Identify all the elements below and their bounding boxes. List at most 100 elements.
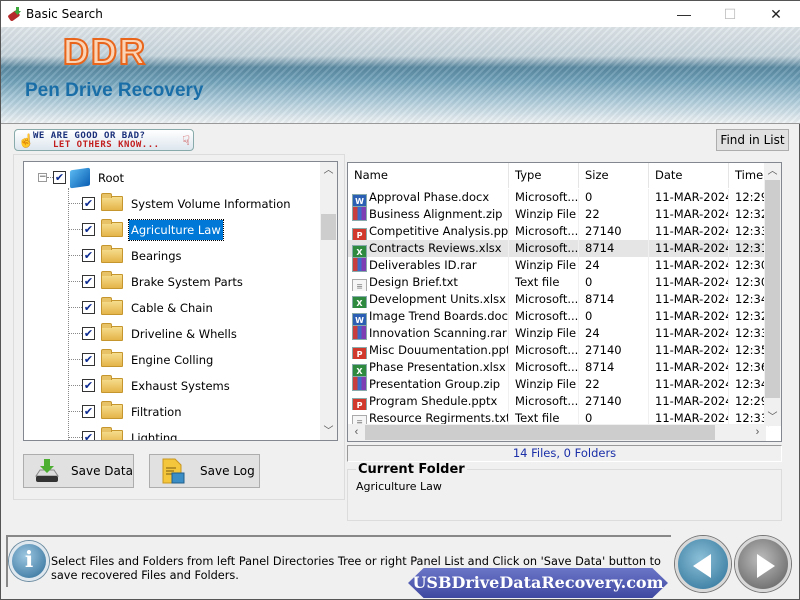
tree-item[interactable]: ✔ Bearings — [68, 245, 184, 265]
file-row[interactable]: W Approval Phase.docx Microsoft... 0 11-MAR-… — [348, 189, 769, 206]
window-title: Basic Search — [26, 7, 103, 21]
ppt-file-icon: P — [352, 398, 367, 410]
file-row[interactable]: Business Alignment.zip Winzip File 22 11-MA… — [348, 206, 769, 223]
file-list[interactable]: Name Type Size Date Time W Approval Phase… — [347, 162, 782, 442]
file-name: Deliverables ID.rar — [369, 258, 477, 272]
file-row[interactable]: P Competitive Analysis.pptx Microsoft... 27… — [348, 223, 769, 240]
website-link[interactable]: USBDriveDataRecovery.com — [408, 568, 668, 598]
save-data-button[interactable]: Save Data — [23, 454, 134, 488]
file-type-cell: Winzip File — [509, 325, 579, 342]
scroll-left-icon[interactable]: ‹ — [348, 424, 365, 441]
scroll-down-icon[interactable]: ﹀ — [320, 423, 337, 440]
list-horizontal-scrollbar[interactable]: ‹ › — [348, 424, 766, 441]
tree-item-checkbox[interactable]: ✔ — [82, 249, 95, 262]
scroll-up-icon[interactable]: ︿ — [764, 163, 781, 180]
file-row[interactable]: X Development Units.xlsx Microsoft... 8714 1… — [348, 291, 769, 308]
maximize-button[interactable]: ☐ — [707, 1, 753, 27]
file-name-cell: P Misc Douumentation.pptx — [348, 342, 509, 359]
file-name-cell: W Image Trend Boards.docx — [348, 308, 509, 325]
file-type-cell: Winzip File — [509, 376, 579, 393]
collapse-icon[interactable]: − — [38, 173, 47, 182]
tree-item[interactable]: ✔ Driveline & Whells — [68, 323, 239, 343]
column-header-size[interactable]: Size — [579, 163, 649, 188]
tree-item[interactable]: ✔ System Volume Information — [68, 193, 293, 213]
tree-item[interactable]: ✔ Lighting — [68, 427, 179, 440]
tree-connector — [68, 281, 82, 282]
tree-item-checkbox[interactable]: ✔ — [82, 379, 95, 392]
folder-icon — [101, 427, 123, 440]
tree-item-checkbox[interactable]: ✔ — [82, 327, 95, 340]
list-scroll-thumb[interactable] — [765, 180, 780, 398]
file-size-cell: 27140 — [579, 393, 649, 410]
tree-item-checkbox[interactable]: ✔ — [82, 301, 95, 314]
file-date-cell: 11-MAR-2024 — [649, 359, 729, 376]
tree-item-checkbox[interactable]: ✔ — [82, 431, 95, 440]
list-hscroll-thumb[interactable] — [365, 425, 715, 440]
file-name-cell: W Approval Phase.docx — [348, 189, 509, 206]
file-type-cell: Microsoft... — [509, 223, 579, 240]
scroll-down-icon[interactable]: ﹀ — [764, 409, 781, 426]
download-drive-icon — [35, 459, 59, 482]
file-name-cell: X Development Units.xlsx — [348, 291, 509, 308]
zip-file-icon — [352, 257, 367, 272]
file-row[interactable]: X Phase Presentation.xlsx Microsoft... 8714… — [348, 359, 769, 376]
tree-item-label: Driveline & Whells — [131, 326, 237, 341]
file-name: Presentation Group.zip — [369, 377, 501, 391]
tree-item-checkbox[interactable]: ✔ — [82, 405, 95, 418]
find-in-list-button[interactable]: Find in List — [716, 129, 789, 151]
column-header-time[interactable]: Time — [729, 163, 769, 188]
column-header-date[interactable]: Date — [649, 163, 729, 188]
tree-item[interactable]: ✔ Exhaust Systems — [68, 375, 232, 395]
tree-vertical-scrollbar[interactable]: ︿ ﹀ — [320, 162, 337, 440]
file-date-cell: 11-MAR-2024 — [649, 308, 729, 325]
file-row[interactable]: Presentation Group.zip Winzip File 22 11-MA… — [348, 376, 769, 393]
tree-item-label: Filtration — [131, 404, 182, 419]
file-row[interactable]: X Contracts Reviews.xlsx Microsoft... 8714 1… — [348, 240, 769, 257]
tree-root-checkbox[interactable]: ✔ — [53, 171, 66, 184]
feedback-banner[interactable]: ☝ WE ARE GOOD OR BAD? LET OTHERS KNOW...… — [14, 129, 194, 151]
scroll-right-icon[interactable]: › — [749, 424, 766, 441]
file-row[interactable]: ≡ Design Brief.txt Text file 0 11-MAR-2024 12… — [348, 274, 769, 291]
tree-item[interactable]: ✔ Filtration — [68, 401, 183, 421]
tree-item-checkbox[interactable]: ✔ — [82, 197, 95, 210]
tree-item[interactable]: ✔ Brake System Parts — [68, 271, 245, 291]
file-name: Contracts Reviews.xlsx — [369, 241, 502, 255]
tree-item-checkbox[interactable]: ✔ — [82, 223, 95, 236]
file-row[interactable]: W Image Trend Boards.docx Microsoft... 0 11-… — [348, 308, 769, 325]
ppt-file-icon: P — [352, 347, 367, 359]
directory-tree[interactable]: − ✔ Root ✔ System Volume Information ✔ Agricu… — [23, 161, 338, 441]
list-vertical-scrollbar[interactable]: ︿ ﹀ — [764, 163, 781, 426]
save-log-button[interactable]: Save Log — [149, 454, 260, 488]
file-time-cell: 12:34 — [729, 291, 769, 308]
tree-item[interactable]: ✔ Agriculture Law — [68, 218, 224, 241]
tree-scroll-thumb[interactable] — [321, 214, 336, 240]
column-header-name[interactable]: Name — [348, 163, 509, 188]
current-folder-caption: Current Folder — [356, 462, 467, 477]
tree-item-checkbox[interactable]: ✔ — [82, 275, 95, 288]
thumbs-up-icon: ☝ — [18, 133, 35, 148]
file-row[interactable]: Innovation Scanning.rar Winzip File 24 11-M… — [348, 325, 769, 342]
scroll-up-icon[interactable]: ︿ — [320, 162, 337, 179]
close-button[interactable]: ✕ — [753, 1, 799, 27]
usb-drive-app-icon — [8, 7, 21, 21]
file-name-cell: P Competitive Analysis.pptx — [348, 223, 509, 240]
file-date-cell: 11-MAR-2024 — [649, 189, 729, 206]
file-row[interactable]: P Program Shedule.pptx Microsoft... 27140 11… — [348, 393, 769, 410]
file-size-cell: 0 — [579, 308, 649, 325]
tree-item-checkbox[interactable]: ✔ — [82, 353, 95, 366]
tree-root[interactable]: − ✔ Root — [38, 167, 126, 188]
column-header-type[interactable]: Type — [509, 163, 579, 188]
file-row[interactable]: P Misc Douumentation.pptx Microsoft... 2714… — [348, 342, 769, 359]
file-date-cell: 11-MAR-2024 — [649, 342, 729, 359]
file-row[interactable]: Deliverables ID.rar Winzip File 24 11-MAR-2… — [348, 257, 769, 274]
file-size-cell: 24 — [579, 325, 649, 342]
tree-item[interactable]: ✔ Cable & Chain — [68, 297, 215, 317]
ddr-logo: DDR — [62, 30, 147, 73]
thumbs-down-icon: ☟ — [182, 133, 190, 148]
minimize-button[interactable]: — — [661, 1, 707, 27]
folder-icon — [101, 245, 123, 263]
back-button[interactable] — [675, 536, 731, 592]
file-name-cell: Innovation Scanning.rar — [348, 325, 509, 342]
tree-item[interactable]: ✔ Engine Colling — [68, 349, 215, 369]
next-button[interactable] — [735, 536, 791, 592]
